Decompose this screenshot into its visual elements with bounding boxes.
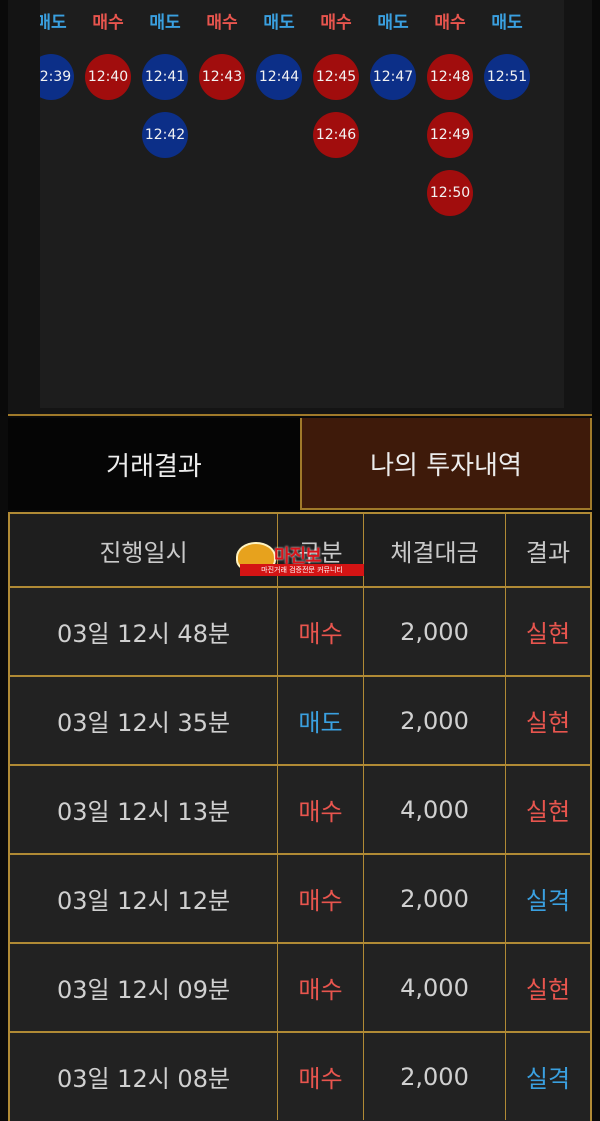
cell-result: 실현 [525, 976, 571, 1004]
table-row: 03일 12시 13분 매수 4,000 실현 [10, 764, 590, 853]
investment-history-table: 진행일시 구분 체결대금 결과 03일 12시 48분 매수 2,000 실현 03일 … [8, 512, 592, 1121]
cell-amount: 2,000 [364, 855, 506, 942]
table-row: 03일 12시 08분 매수 2,000 실격 [10, 1031, 590, 1120]
chart-dot-buy[interactable]: 12:49 [427, 112, 473, 158]
cell-date: 03일 12시 12분 [10, 855, 278, 942]
tab-trade-result[interactable]: 거래결과 [8, 418, 300, 510]
trade-history-chart[interactable]: 매도 12:39 매수 12:40 매도 12:41 12:42 매수 12:43 매도 12:44… [40, 0, 564, 408]
chart-column-header-sell: 매도 [491, 13, 523, 33]
chart-dot-sell[interactable]: 12:41 [142, 54, 188, 100]
table-row: 03일 12시 09분 매수 4,000 실현 [10, 942, 590, 1031]
cell-result: 실격 [525, 887, 571, 915]
cell-result: 실현 [525, 709, 571, 737]
chart-dot-sell[interactable]: 12:47 [370, 54, 416, 100]
cell-amount: 2,000 [364, 1033, 506, 1120]
cell-amount: 2,000 [364, 588, 506, 675]
chart-dot-buy[interactable]: 12:48 [427, 54, 473, 100]
cell-amount: 4,000 [364, 766, 506, 853]
chart-dot-buy[interactable]: 12:46 [313, 112, 359, 158]
chart-dot-buy[interactable]: 12:45 [313, 54, 359, 100]
cell-type: 매수 [278, 588, 364, 675]
table-row: 03일 12시 48분 매수 2,000 실현 [10, 586, 590, 675]
chart-column-header-buy: 매수 [434, 13, 466, 33]
chart-dot-sell[interactable]: 12:39 [40, 54, 74, 100]
cell-date: 03일 12시 09분 [10, 944, 278, 1031]
cell-result: 실격 [525, 1065, 571, 1093]
cell-date: 03일 12시 08분 [10, 1033, 278, 1120]
cell-amount: 2,000 [364, 677, 506, 764]
chart-dot-buy[interactable]: 12:40 [85, 54, 131, 100]
chart-column-header-buy: 매수 [320, 13, 352, 33]
trade-chart-area: 매도 12:39 매수 12:40 매도 12:41 12:42 매수 12:43 매도 12:44… [0, 0, 600, 416]
chart-dot-buy[interactable]: 12:50 [427, 170, 473, 216]
chart-column-header-sell: 매도 [377, 13, 409, 33]
cell-type: 매수 [278, 944, 364, 1031]
cell-result: 실현 [525, 620, 571, 648]
chart-column-header-sell: 매도 [149, 13, 181, 33]
cell-date: 03일 12시 48분 [10, 588, 278, 675]
chart-dot-sell[interactable]: 12:51 [484, 54, 530, 100]
cell-type: 매수 [278, 766, 364, 853]
chart-dot-buy[interactable]: 12:43 [199, 54, 245, 100]
chart-column-header-buy: 매수 [92, 13, 124, 33]
chart-dot-sell[interactable]: 12:42 [142, 112, 188, 158]
cell-date: 03일 12시 13분 [10, 766, 278, 853]
tab-my-history[interactable]: 나의 투자내역 [300, 418, 592, 510]
cell-type: 매수 [278, 855, 364, 942]
header-amount: 체결대금 [364, 514, 506, 586]
cell-result: 실현 [525, 798, 571, 826]
chart-column-header-sell: 매도 [40, 13, 67, 33]
table-row: 03일 12시 35분 매도 2,000 실현 [10, 675, 590, 764]
cell-amount: 4,000 [364, 944, 506, 1031]
table-row: 03일 12시 12분 매수 2,000 실격 [10, 853, 590, 942]
cell-type: 매도 [278, 677, 364, 764]
chart-column-header-sell: 매도 [263, 13, 295, 33]
header-result: 결과 [525, 538, 571, 567]
site-watermark-logo: 마진보 마진거래 검증전문 커뮤니티 [236, 542, 366, 578]
chart-column-header-buy: 매수 [206, 13, 238, 33]
chart-dot-sell[interactable]: 12:44 [256, 54, 302, 100]
divider [8, 414, 592, 416]
cell-type: 매수 [278, 1033, 364, 1120]
cell-date: 03일 12시 35분 [10, 677, 278, 764]
result-tabs: 거래결과 나의 투자내역 [8, 418, 592, 510]
watermark-subtitle: 마진거래 검증전문 커뮤니티 [240, 564, 364, 576]
